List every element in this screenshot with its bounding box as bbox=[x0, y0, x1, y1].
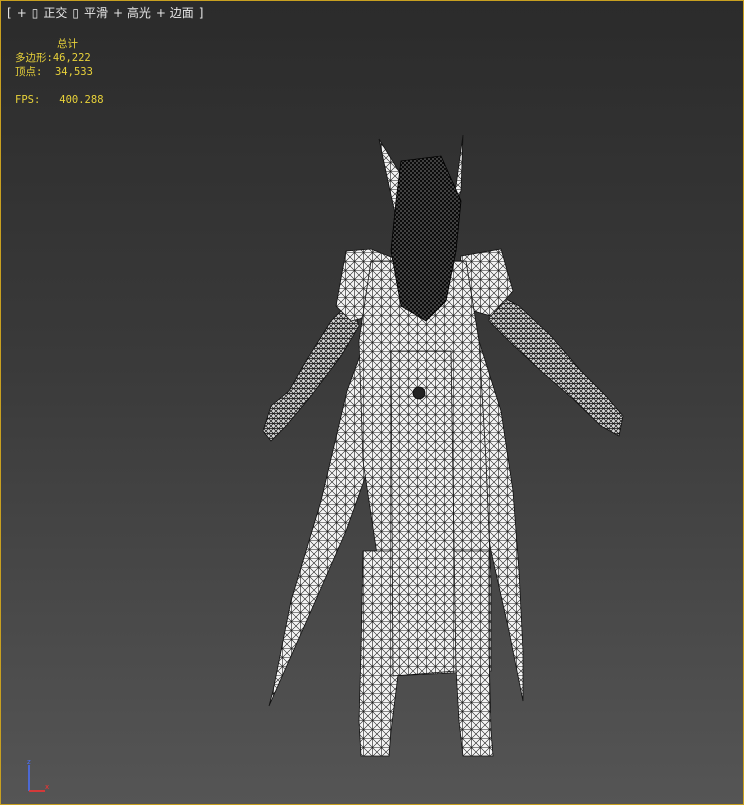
cape-left-flap bbox=[268, 330, 372, 707]
stats-title: 总计 bbox=[57, 38, 78, 50]
viewport-highlight-toggle[interactable]: + 高光 bbox=[113, 6, 151, 20]
stats-vertices-value: 34,533 bbox=[54, 66, 93, 78]
viewport-statistics: 总计 多边形:46,222 顶点: 34,533 FPS: 400.288 bbox=[15, 37, 104, 107]
stats-fps-label: FPS: bbox=[15, 94, 41, 106]
stats-fps-row: FPS: 400.288 bbox=[15, 93, 104, 107]
viewport-view-box-icon: ▯ bbox=[31, 6, 39, 20]
stats-vertices-row: 顶点: 34,533 bbox=[15, 65, 104, 79]
coat-front-panel bbox=[390, 350, 457, 677]
axis-x-label: x bbox=[45, 783, 49, 791]
medallion bbox=[412, 386, 426, 400]
leg-right bbox=[450, 550, 494, 757]
viewport-view-menu[interactable]: 正交 bbox=[43, 6, 67, 20]
stats-vertices-label: 顶点: bbox=[15, 66, 43, 78]
arm-right bbox=[488, 290, 624, 437]
stats-polygons-label: 多边形: bbox=[15, 52, 53, 64]
viewport-front[interactable]: [ + ▯ 正交 ▯ 平滑 + 高光 + 边面 ] 总计 多边形:46,222 … bbox=[0, 0, 744, 805]
wireframe-character-icon[interactable] bbox=[251, 131, 631, 771]
viewport-label-menu: [ + ▯ 正交 ▯ 平滑 + 高光 + 边面 ] bbox=[7, 6, 203, 20]
viewport-general-menu[interactable]: + bbox=[17, 6, 27, 20]
stats-polygons-value: 46,222 bbox=[52, 52, 91, 64]
viewport-shade-box-icon: ▯ bbox=[72, 6, 79, 20]
viewport-label-close-bracket: ] bbox=[198, 6, 204, 20]
axis-z-label: z bbox=[27, 758, 31, 766]
stats-polygons-row: 多边形:46,222 bbox=[15, 51, 104, 65]
viewport-label-open-bracket: [ bbox=[7, 6, 12, 20]
viewport-edged-faces-toggle[interactable]: + 边面 bbox=[156, 6, 194, 20]
viewport-shading-menu[interactable]: 平滑 bbox=[84, 6, 108, 20]
axis-gizmo-icon: z x bbox=[27, 758, 49, 792]
stats-fps-value: 400.288 bbox=[59, 94, 104, 106]
